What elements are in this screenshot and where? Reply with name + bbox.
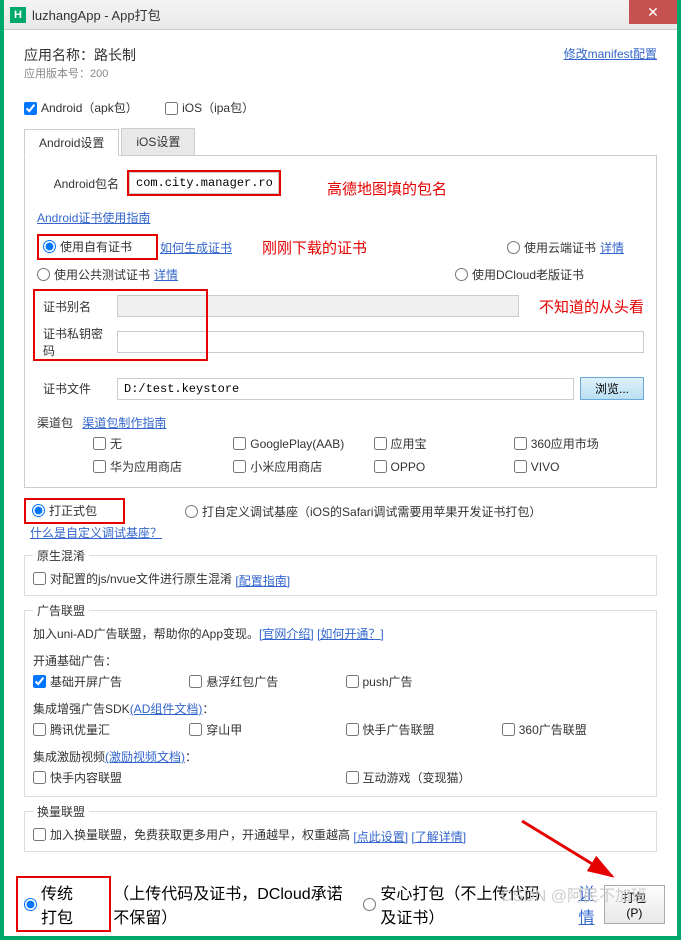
- cert-public-radio[interactable]: 使用公共测试证书详情: [37, 266, 178, 283]
- exchange-legend: 换量联盟: [33, 803, 89, 820]
- obfuscate-checkbox[interactable]: 对配置的js/nvue文件进行原生混淆: [33, 570, 232, 587]
- ads-legend: 广告联盟: [33, 602, 89, 619]
- cert-dcloud-radio[interactable]: 使用DCloud老版证书: [455, 266, 584, 283]
- cert-pwd-input[interactable]: [117, 331, 644, 353]
- traditional-pack-radio[interactable]: 传统打包: [24, 880, 83, 928]
- obfuscate-link[interactable]: [配置指南]: [235, 574, 290, 588]
- cert-alias-input[interactable]: [117, 295, 519, 317]
- app-version-label: 应用版本号：200: [24, 65, 136, 81]
- exchange-group: 换量联盟 加入换量联盟，免费获取更多用户，开通越早，权重越高 [点此设置] [了…: [24, 803, 657, 852]
- channel-item[interactable]: 应用宝: [374, 435, 504, 452]
- package-name-label: Android包名: [37, 175, 127, 192]
- safe-pack-radio[interactable]: 安心打包（不上传代码及证书）: [363, 880, 552, 928]
- channel-guide-link[interactable]: 渠道包制作指南: [82, 416, 166, 430]
- cert-fields-annotation: 不知道的从头看: [539, 296, 644, 317]
- cert-guide-link[interactable]: Android证书使用指南: [37, 211, 150, 225]
- channel-item[interactable]: 小米应用商店: [233, 458, 363, 475]
- ads-basic-item[interactable]: push广告: [346, 673, 492, 690]
- tab-ios[interactable]: iOS设置: [121, 128, 195, 155]
- channel-item[interactable]: OPPO: [374, 458, 504, 475]
- pack-what-link[interactable]: 什么是自定义调试基座？: [30, 524, 162, 541]
- ads-enhance-item[interactable]: 360广告联盟: [502, 721, 648, 738]
- ads-link2[interactable]: [如何开通？]: [317, 627, 384, 641]
- package-annotation: 高德地图填的包名: [327, 178, 644, 199]
- ads-enhance-item[interactable]: 腾讯优量汇: [33, 721, 179, 738]
- exchange-checkbox[interactable]: 加入换量联盟，免费获取更多用户，开通越早，权重越高: [33, 826, 350, 843]
- cert-pwd-label: 证书私钥密码: [37, 325, 117, 359]
- pack-custom-radio[interactable]: 打自定义调试基座（iOS的Safari调试需要用苹果开发证书打包）: [185, 503, 541, 520]
- channel-item[interactable]: 无: [93, 435, 223, 452]
- ads-enhance-link[interactable]: (AD组件文档): [130, 702, 203, 716]
- ads-basic-item[interactable]: 基础开屏广告: [33, 673, 179, 690]
- channel-label: 渠道包: [37, 416, 73, 430]
- window-title: luzhangApp - App打包: [32, 5, 161, 24]
- app-icon: H: [10, 7, 26, 23]
- obfuscate-legend: 原生混淆: [33, 547, 89, 564]
- titlebar: H luzhangApp - App打包 ✕: [4, 0, 677, 30]
- ads-enhance-item[interactable]: 穿山甲: [189, 721, 335, 738]
- channel-item[interactable]: GooglePlay(AAB): [233, 435, 363, 452]
- cert-public-link[interactable]: 详情: [154, 266, 178, 283]
- cert-cloud-radio[interactable]: 使用云端证书详情: [507, 239, 624, 256]
- channel-item[interactable]: 华为应用商店: [93, 458, 223, 475]
- cert-cloud-link[interactable]: 详情: [600, 239, 624, 256]
- safe-link[interactable]: 详情: [579, 880, 604, 928]
- ads-basic-title: 开通基础广告：: [33, 652, 648, 669]
- ads-incentive-item[interactable]: 快手内容联盟: [33, 769, 179, 786]
- channel-item[interactable]: VIVO: [514, 458, 644, 475]
- traditional-note: （上传代码及证书，DCloud承诺不保留）: [113, 880, 343, 928]
- close-button[interactable]: ✕: [629, 0, 677, 24]
- tab-android[interactable]: Android设置: [24, 129, 119, 156]
- obfuscate-group: 原生混淆 对配置的js/nvue文件进行原生混淆 [配置指南]: [24, 547, 657, 596]
- ads-group: 广告联盟 加入uni-AD广告联盟，帮助你的App变现。[官网介绍] [如何开通…: [24, 602, 657, 797]
- cert-file-input[interactable]: [117, 378, 574, 400]
- ads-incentive-link[interactable]: (激励视频文档): [105, 750, 185, 764]
- manifest-config-link[interactable]: 修改manifest配置: [564, 45, 657, 62]
- channel-item[interactable]: 360应用市场: [514, 435, 644, 452]
- pack-button[interactable]: 打包(P): [604, 885, 665, 924]
- ads-enhance-item[interactable]: 快手广告联盟: [346, 721, 492, 738]
- platform-ios-checkbox[interactable]: iOS（ipa包）: [165, 101, 254, 115]
- browse-button[interactable]: 浏览...: [580, 377, 644, 400]
- package-name-input[interactable]: [129, 172, 279, 194]
- cert-own-link[interactable]: 如何生成证书: [160, 239, 232, 256]
- app-name-label: 应用名称：路长制: [24, 45, 136, 65]
- ads-basic-item[interactable]: 悬浮红包广告: [189, 673, 335, 690]
- cert-own-radio[interactable]: 使用自有证书: [43, 238, 132, 255]
- exchange-link2[interactable]: [了解详情]: [411, 830, 466, 844]
- ads-link1[interactable]: [官网介绍]: [259, 627, 314, 641]
- ads-incentive-item[interactable]: 互动游戏（变现猫）: [346, 769, 492, 786]
- platform-android-checkbox[interactable]: Android（apk包）: [24, 101, 138, 115]
- cert-file-label: 证书文件: [37, 380, 117, 397]
- exchange-link1[interactable]: [点此设置]: [353, 830, 408, 844]
- pack-formal-radio[interactable]: 打正式包: [32, 502, 97, 519]
- cert-annotation: 刚刚下载的证书: [262, 237, 367, 258]
- cert-alias-label: 证书别名: [37, 298, 117, 315]
